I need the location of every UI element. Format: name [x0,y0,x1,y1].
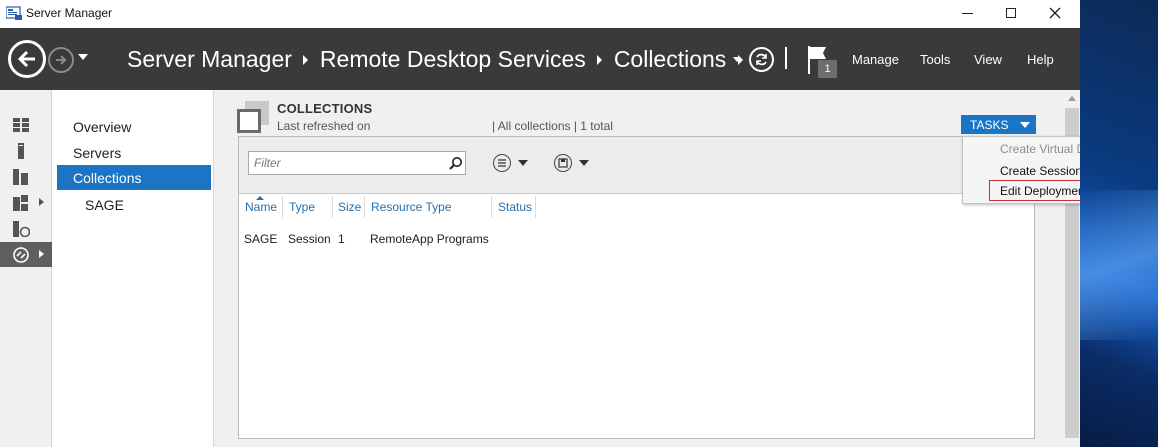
iis-icon [13,220,30,237]
file-storage-icon [13,194,28,211]
header-bar: Server Manager Remote Desktop Services C… [0,28,1080,90]
view-options-button[interactable] [493,153,533,173]
breadcrumb-dropdown-icon[interactable] [733,57,741,62]
column-header-type[interactable]: Type [289,200,315,214]
collections-tile-icon [237,101,269,133]
nav-item-overview[interactable]: Overview [57,114,211,139]
expand-icon[interactable] [39,250,44,258]
title-bar: Server Manager [0,0,1080,28]
breadcrumb: Server Manager Remote Desktop Services C… [127,46,744,73]
filter-input[interactable] [248,151,466,175]
cell-resource-type[interactable]: RemoteApp Programs [370,232,489,246]
rail-item-all-servers[interactable] [0,164,52,189]
forward-button[interactable] [48,47,74,73]
window-title: Server Manager [26,6,113,20]
chevron-down-icon [1020,122,1030,128]
server-manager-app-icon [6,6,22,20]
column-header-name[interactable]: Name [245,200,277,214]
last-refreshed-text: Last refreshed on [277,119,371,133]
column-divider[interactable] [535,196,536,218]
close-button[interactable] [1032,0,1078,26]
breadcrumb-remote-desktop-services[interactable]: Remote Desktop Services [320,46,586,73]
chevron-down-icon [579,160,589,166]
breadcrumb-server-manager[interactable]: Server Manager [127,46,292,73]
rail-item-local-server[interactable] [0,138,52,163]
cell-type[interactable]: Session [288,232,331,246]
search-icon[interactable] [449,156,463,170]
chevron-down-icon [518,160,528,166]
column-divider[interactable] [491,196,492,218]
arrow-left-icon [17,50,35,68]
rail-item-dashboard[interactable] [0,112,52,137]
menu-tools[interactable]: Tools [920,52,950,67]
maximize-icon [1006,8,1016,18]
nav-item-sage[interactable]: SAGE [57,192,211,217]
menu-view[interactable]: View [974,52,1002,67]
header-divider [785,47,787,69]
all-servers-icon [13,168,28,185]
wallpaper-light-beam [1080,190,1158,340]
tasks-label: TASKS [970,117,1009,132]
column-divider[interactable] [282,196,283,218]
close-icon [1049,7,1061,19]
dashboard-icon [13,117,29,132]
cell-name[interactable]: SAGE [244,232,277,246]
scroll-up-icon[interactable] [1068,96,1076,101]
column-header-resource-type[interactable]: Resource Type [371,200,452,214]
expand-icon[interactable] [39,198,44,206]
menu-help[interactable]: Help [1027,52,1054,67]
maximize-button[interactable] [988,0,1034,26]
list-options-icon [493,154,511,172]
rail-item-file-storage[interactable] [0,190,52,215]
minimize-icon [961,12,973,14]
nav-pane: Overview Servers Collections SAGE [53,90,214,447]
back-button[interactable] [8,40,46,78]
menu-manage[interactable]: Manage [852,52,899,67]
column-divider[interactable] [364,196,365,218]
refresh-icon [756,53,767,66]
section-title: COLLECTIONS [277,101,373,116]
save-query-button[interactable] [554,153,594,173]
rail-item-remote-desktop-services[interactable] [0,242,52,267]
column-header-size[interactable]: Size [338,200,361,214]
refresh-button[interactable] [749,47,774,72]
history-dropdown-icon[interactable] [78,54,88,60]
column-header-status[interactable]: Status [498,200,532,214]
notification-count-badge: 1 [818,60,837,78]
desktop-background [1080,0,1158,447]
rail-item-iis[interactable] [0,216,52,241]
remote-desktop-services-icon [13,246,29,263]
minimize-button[interactable] [944,0,990,26]
breadcrumb-separator-icon [596,54,602,65]
cell-size[interactable]: 1 [338,232,345,246]
breadcrumb-collections[interactable]: Collections [614,46,727,73]
save-icon [554,154,572,172]
nav-item-servers[interactable]: Servers [57,140,211,165]
column-divider[interactable] [332,196,333,218]
icon-rail [0,90,52,447]
tasks-button[interactable]: TASKS [961,115,1036,134]
collections-summary: | All collections | 1 total [492,119,613,133]
arrow-right-icon [56,55,67,65]
nav-item-collections[interactable]: Collections [57,165,211,190]
breadcrumb-separator-icon [302,54,308,65]
local-server-icon [18,142,24,159]
